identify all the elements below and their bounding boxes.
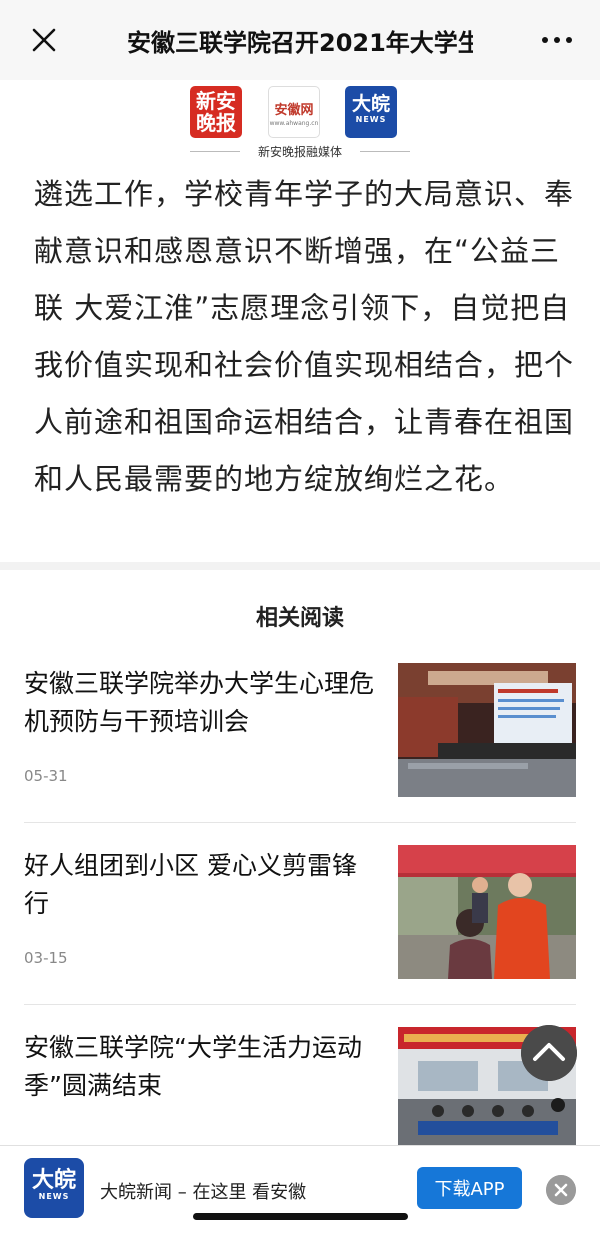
related-item-thumbnail[interactable] <box>398 845 576 979</box>
logo2-url: www.ahwang.cn <box>269 120 319 127</box>
article-body: 遴选工作，学校青年学子的大局意识、奉献意识和感恩意识不断增强，在“公益三联 大爱… <box>0 166 600 562</box>
caption-line-right <box>360 151 410 152</box>
ahwang-logo: 安徽网 www.ahwang.cn <box>268 86 320 138</box>
related-reading-title: 相关阅读 <box>255 606 344 631</box>
home-indicator[interactable] <box>193 1213 408 1220</box>
related-item-date: 03-15 <box>24 949 68 967</box>
logo1-text: 新安晚报 <box>196 89 236 135</box>
logo3-sub: NEWS <box>355 115 387 124</box>
chevron-up-icon[interactable] <box>521 1025 577 1081</box>
logo-caption: 新安晚报融媒体 <box>257 145 342 159</box>
more-icon[interactable] <box>540 30 574 50</box>
app-icon-text: 大皖 <box>31 1167 76 1193</box>
download-app-button[interactable]: 下载APP <box>417 1167 522 1209</box>
app-icon-sub: NEWS <box>38 1192 70 1201</box>
page-title-container: 安徽三联学院召开2021年大学生 <box>0 0 600 80</box>
app-slogan: 大皖新闻 – 在这里 看安徽 <box>100 1182 307 1203</box>
related-item-2[interactable]: 好人组团到小区 爱心义剪雷锋行 03-15 <box>24 845 576 981</box>
related-reading-section: 相关阅读 安徽三联学院举办大学生心理危机预防与干预培训会 05-31 好人组团到… <box>0 570 600 1145</box>
top-bar: 安徽三联学院召开2021年大学生 <box>0 0 600 80</box>
dawan-app-icon[interactable]: 大皖 NEWS <box>24 1158 84 1218</box>
related-item-date: 05-31 <box>24 767 68 785</box>
related-item-headline[interactable]: 安徽三联学院举办大学生心理危机预防与干预培训会 <box>24 665 374 741</box>
xinan-evening-logo: 新安晚报 <box>190 86 242 138</box>
app-download-bar: 大皖 NEWS 大皖新闻 – 在这里 看安徽 下载APP <box>0 1145 600 1234</box>
page-title: 安徽三联学院召开2021年大学生 <box>127 28 473 57</box>
related-item-headline[interactable]: 好人组团到小区 爱心义剪雷锋行 <box>24 847 374 923</box>
media-logo-strip: 新安晚报 安徽网 www.ahwang.cn 大皖 NEWS 新安晚报融媒体 <box>0 80 600 166</box>
related-item-1[interactable]: 安徽三联学院举办大学生心理危机预防与干预培训会 05-31 <box>24 663 576 799</box>
article-paragraph: 遴选工作，学校青年学子的大局意识、奉献意识和感恩意识不断增强，在“公益三联 大爱… <box>34 177 575 496</box>
related-item-thumbnail[interactable] <box>398 663 576 797</box>
related-item-3[interactable]: 安徽三联学院“大学生活力运动季”圆满结束 <box>24 1027 576 1145</box>
divider <box>24 1004 576 1005</box>
related-item-headline[interactable]: 安徽三联学院“大学生活力运动季”圆满结束 <box>24 1029 374 1105</box>
logo2-text: 安徽网 <box>274 103 314 118</box>
dawan-news-logo: 大皖 NEWS <box>345 86 397 138</box>
logo3-text: 大皖 <box>351 93 390 115</box>
dismiss-icon[interactable] <box>546 1175 576 1205</box>
divider <box>24 822 576 823</box>
